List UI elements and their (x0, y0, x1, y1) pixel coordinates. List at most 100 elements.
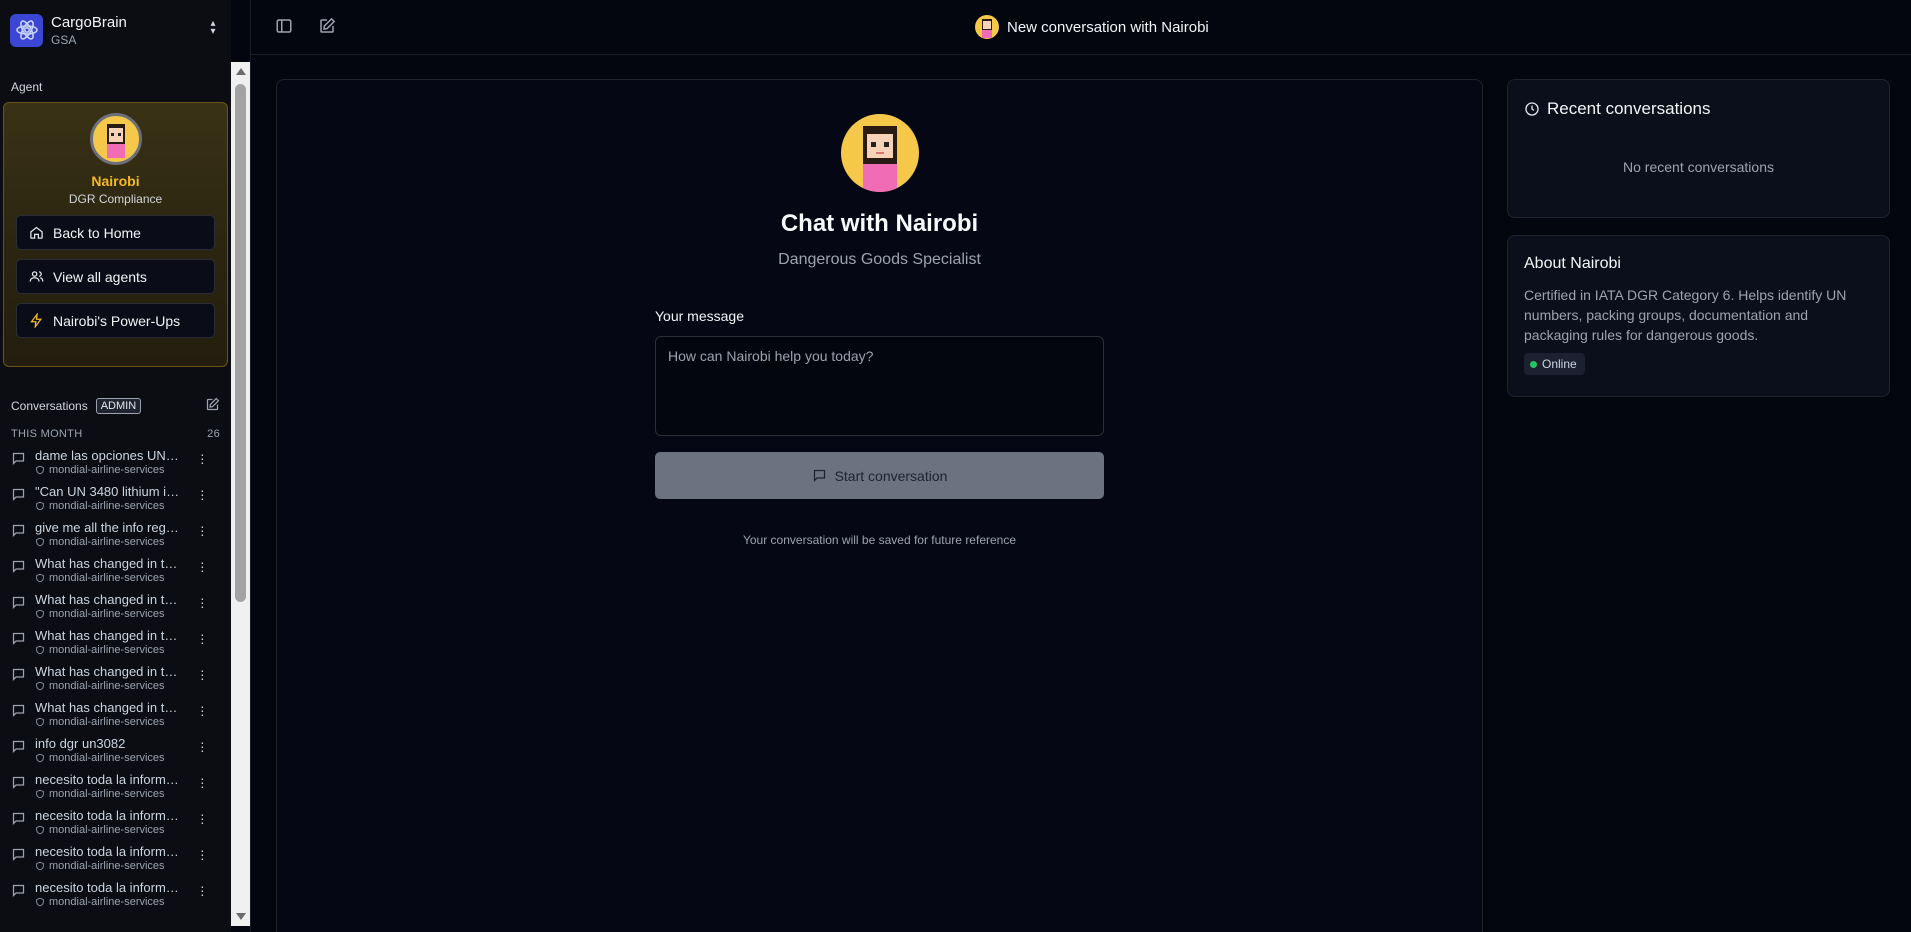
conversation-title: info dgr un3082 (35, 736, 126, 751)
conversation-title: give me all the info regarding (35, 520, 180, 535)
more-options-icon[interactable]: · · · (200, 663, 205, 685)
more-options-icon[interactable]: · · · (200, 447, 205, 469)
conversation-item[interactable]: give me all the info regardingmondial-ai… (0, 516, 231, 552)
month-count: 26 (207, 428, 220, 440)
conversation-item[interactable]: "Can UN 3480 lithium ion batteriesmondia… (0, 480, 231, 516)
conversation-item[interactable]: What has changed in the DGRmondial-airli… (0, 552, 231, 588)
conversation-workspace: mondial-airline-services (49, 500, 165, 512)
more-options-icon[interactable]: · · · (200, 807, 205, 829)
conversation-title: necesito toda la informacion (35, 772, 180, 787)
message-icon (11, 703, 26, 721)
more-options-icon[interactable]: · · · (200, 483, 205, 505)
conversation-item[interactable]: info dgr un3082 mondial-airline-services ·… (0, 732, 231, 768)
shield-icon (36, 501, 44, 511)
message-icon (11, 775, 26, 793)
conversation-title: What has changed in the DGR (35, 592, 180, 607)
conversation-item[interactable]: What has changed in the DGRmondial-airli… (0, 660, 231, 696)
conversation-title: What has changed in the DGR (35, 556, 180, 571)
message-input[interactable] (655, 336, 1104, 436)
about-agent-card: About Nairobi Certified in IATA DGR Cate… (1507, 235, 1890, 397)
conversation-item[interactable]: necesito toda la informacionmondial-airl… (0, 768, 231, 804)
back-to-home-button[interactable]: Back to Home (16, 215, 215, 250)
conversation-title: What has changed in the DGR (35, 700, 180, 715)
shield-icon (36, 465, 44, 475)
edit-icon (206, 397, 220, 411)
message-icon (11, 883, 26, 901)
conversation-item[interactable]: necesito toda la informacionmondial-airl… (0, 876, 231, 912)
conversation-workspace: mondial-airline-services (49, 572, 165, 584)
message-icon (11, 847, 26, 865)
shield-icon (36, 537, 44, 547)
conversation-title: dame las opciones UN 3480 (35, 448, 180, 463)
conversation-workspace: mondial-airline-services (49, 788, 165, 800)
agent-card: Nairobi DGR Compliance Back to Home View… (3, 102, 228, 367)
conversation-workspace: mondial-airline-services (49, 536, 165, 548)
about-description: Certified in IATA DGR Category 6. Helps … (1524, 287, 1847, 343)
shield-icon (36, 789, 44, 799)
conversation-workspace: mondial-airline-services (49, 464, 165, 476)
more-options-icon[interactable]: · · · (200, 627, 205, 649)
toggle-sidebar-button[interactable] (275, 17, 293, 38)
brain-logo-icon (10, 13, 43, 47)
more-options-icon[interactable]: · · · (200, 519, 205, 541)
scroll-down-arrow-icon[interactable] (236, 913, 246, 920)
conversation-list: dame las opciones UN 3480mondial-airline… (0, 444, 231, 912)
conversation-item[interactable]: necesito toda la informacionmondial-airl… (0, 804, 231, 840)
agent-section-label: Agent (11, 80, 43, 94)
conversation-item[interactable]: What has changed in the DGRmondial-airli… (0, 624, 231, 660)
sidebar-toggle-icon (276, 19, 292, 33)
new-chat-button[interactable] (318, 17, 336, 38)
more-options-icon[interactable]: · · · (200, 555, 205, 577)
top-bar: New conversation with Nairobi (251, 0, 1911, 55)
chat-title: Chat with Nairobi (780, 210, 979, 237)
chat-start-panel: Chat with Nairobi Dangerous Goods Specia… (276, 79, 1483, 932)
chevron-up-down-icon: ▴ ▾ (210, 18, 216, 37)
scroll-up-arrow-icon[interactable] (236, 68, 246, 75)
shield-icon (36, 825, 44, 835)
org-sub: GSA (51, 32, 77, 47)
start-conversation-button[interactable]: Start conversation (655, 452, 1104, 499)
recent-empty-text: No recent conversations (1623, 159, 1774, 175)
conversation-workspace: mondial-airline-services (49, 896, 165, 908)
conversation-workspace: mondial-airline-services (49, 860, 165, 872)
conversation-workspace: mondial-airline-services (49, 716, 165, 728)
message-icon (11, 811, 26, 829)
message-icon (11, 631, 26, 649)
scroll-thumb[interactable] (235, 84, 246, 602)
more-options-icon[interactable]: · · · (200, 879, 205, 901)
recent-conversations-card: Recent conversations No recent conversat… (1507, 79, 1890, 218)
save-note: Your conversation will be saved for futu… (742, 533, 1017, 547)
org-name: CargoBrain (51, 13, 127, 31)
message-icon (11, 523, 26, 541)
sidebar-divider (250, 0, 251, 932)
org-switcher[interactable]: CargoBrain GSA ▴ ▾ (0, 0, 231, 60)
conversation-item[interactable]: What has changed in the DGRmondial-airli… (0, 588, 231, 624)
conversation-workspace: mondial-airline-services (49, 680, 165, 692)
new-conversation-button[interactable] (205, 397, 220, 415)
conversation-title: necesito toda la informacion (35, 844, 180, 859)
recent-conversations-title: Recent conversations (1547, 99, 1711, 118)
view-all-agents-button[interactable]: View all agents (16, 259, 215, 294)
more-options-icon[interactable]: · · · (200, 735, 205, 757)
more-options-icon[interactable]: · · · (200, 771, 205, 793)
more-options-icon[interactable]: · · · (200, 591, 205, 613)
shield-icon (36, 645, 44, 655)
sidebar-scrollbar[interactable] (231, 62, 251, 926)
shield-icon (36, 681, 44, 691)
view-all-agents-label: View all agents (53, 268, 147, 285)
agent-role: DGR Compliance (68, 192, 163, 206)
conversation-title: necesito toda la informacion (35, 808, 180, 823)
conversation-item[interactable]: What has changed in the DGRmondial-airli… (0, 696, 231, 732)
shield-icon (36, 609, 44, 619)
more-options-icon[interactable]: · · · (200, 699, 205, 721)
conversation-item[interactable]: dame las opciones UN 3480mondial-airline… (0, 444, 231, 480)
power-ups-button[interactable]: Nairobi's Power-Ups (16, 303, 215, 338)
conversation-item[interactable]: necesito toda la informacionmondial-airl… (0, 840, 231, 876)
admin-badge: ADMIN (95, 398, 142, 414)
about-title: About Nairobi (1524, 255, 1621, 272)
conversation-title: What has changed in the DGR (35, 664, 180, 679)
chat-subtitle: Dangerous Goods Specialist (778, 251, 981, 268)
conversation-title: "Can UN 3480 lithium ion batteries (35, 484, 180, 499)
more-options-icon[interactable]: · · · (200, 843, 205, 865)
month-group-header: THIS MONTH 26 (0, 415, 231, 444)
